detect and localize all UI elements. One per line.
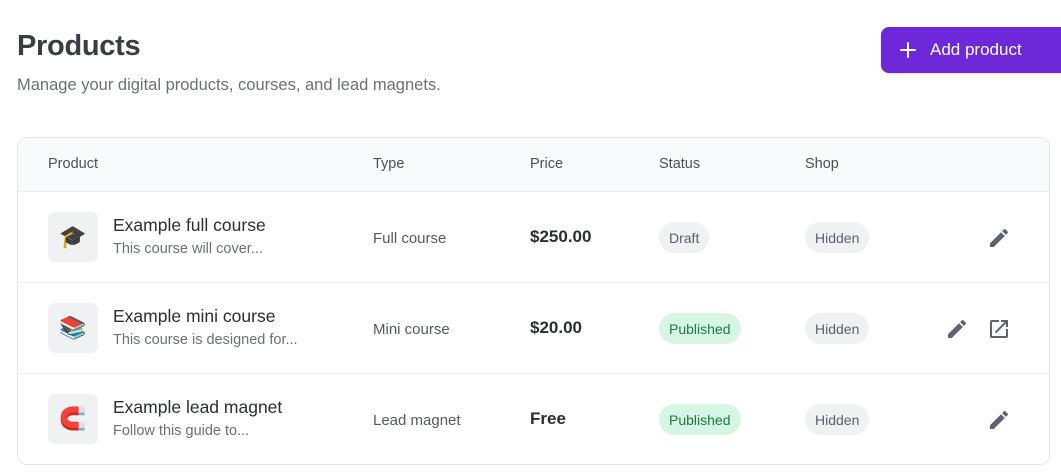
product-type: Lead magnet (373, 412, 461, 429)
table-row[interactable]: 🎓 Example full course This course will c… (18, 192, 1049, 283)
column-header-product: Product (48, 156, 98, 172)
product-description: Follow this guide to... (113, 423, 250, 439)
column-header-price: Price (530, 156, 564, 172)
open-external-icon[interactable] (987, 317, 1011, 341)
product-price: $250.00 (530, 227, 592, 246)
table-row[interactable]: 📚 Example mini course This course is des… (18, 283, 1049, 374)
product-name[interactable]: Example lead magnet (113, 397, 282, 418)
books-icon: 📚 (48, 303, 98, 353)
product-description: This course will cover... (113, 241, 263, 257)
edit-icon[interactable] (987, 226, 1011, 250)
status-badge: Draft (659, 222, 710, 253)
edit-icon[interactable] (987, 408, 1011, 432)
add-product-label: Add product (930, 40, 1022, 59)
edit-icon[interactable] (945, 317, 969, 341)
product-price: $20.00 (530, 318, 582, 337)
page-title: Products (17, 30, 141, 62)
shop-visibility-badge: Hidden (805, 313, 870, 344)
add-product-button[interactable]: Add product (881, 27, 1061, 73)
shop-visibility-badge: Hidden (805, 222, 870, 253)
page-subtitle: Manage your digital products, courses, a… (17, 76, 441, 94)
product-description: This course is designed for... (113, 332, 298, 348)
products-table: Product Type Price Status Shop 🎓 Example… (17, 137, 1050, 465)
table-header: Product Type Price Status Shop (18, 138, 1049, 192)
plus-icon (899, 41, 917, 59)
shop-visibility-badge: Hidden (805, 404, 870, 435)
table-row[interactable]: 🧲 Example lead magnet Follow this guide … (18, 374, 1049, 464)
status-badge: Published (659, 313, 741, 344)
product-name[interactable]: Example mini course (113, 306, 275, 327)
column-header-shop: Shop (805, 156, 839, 172)
graduation-cap-icon: 🎓 (48, 212, 98, 262)
column-header-type: Type (373, 156, 405, 172)
product-price: Free (530, 409, 566, 428)
product-type: Mini course (373, 321, 450, 338)
column-header-status: Status (659, 156, 701, 172)
product-name[interactable]: Example full course (113, 215, 266, 236)
magnet-icon: 🧲 (48, 394, 98, 444)
product-type: Full course (373, 230, 447, 247)
status-badge: Published (659, 404, 741, 435)
